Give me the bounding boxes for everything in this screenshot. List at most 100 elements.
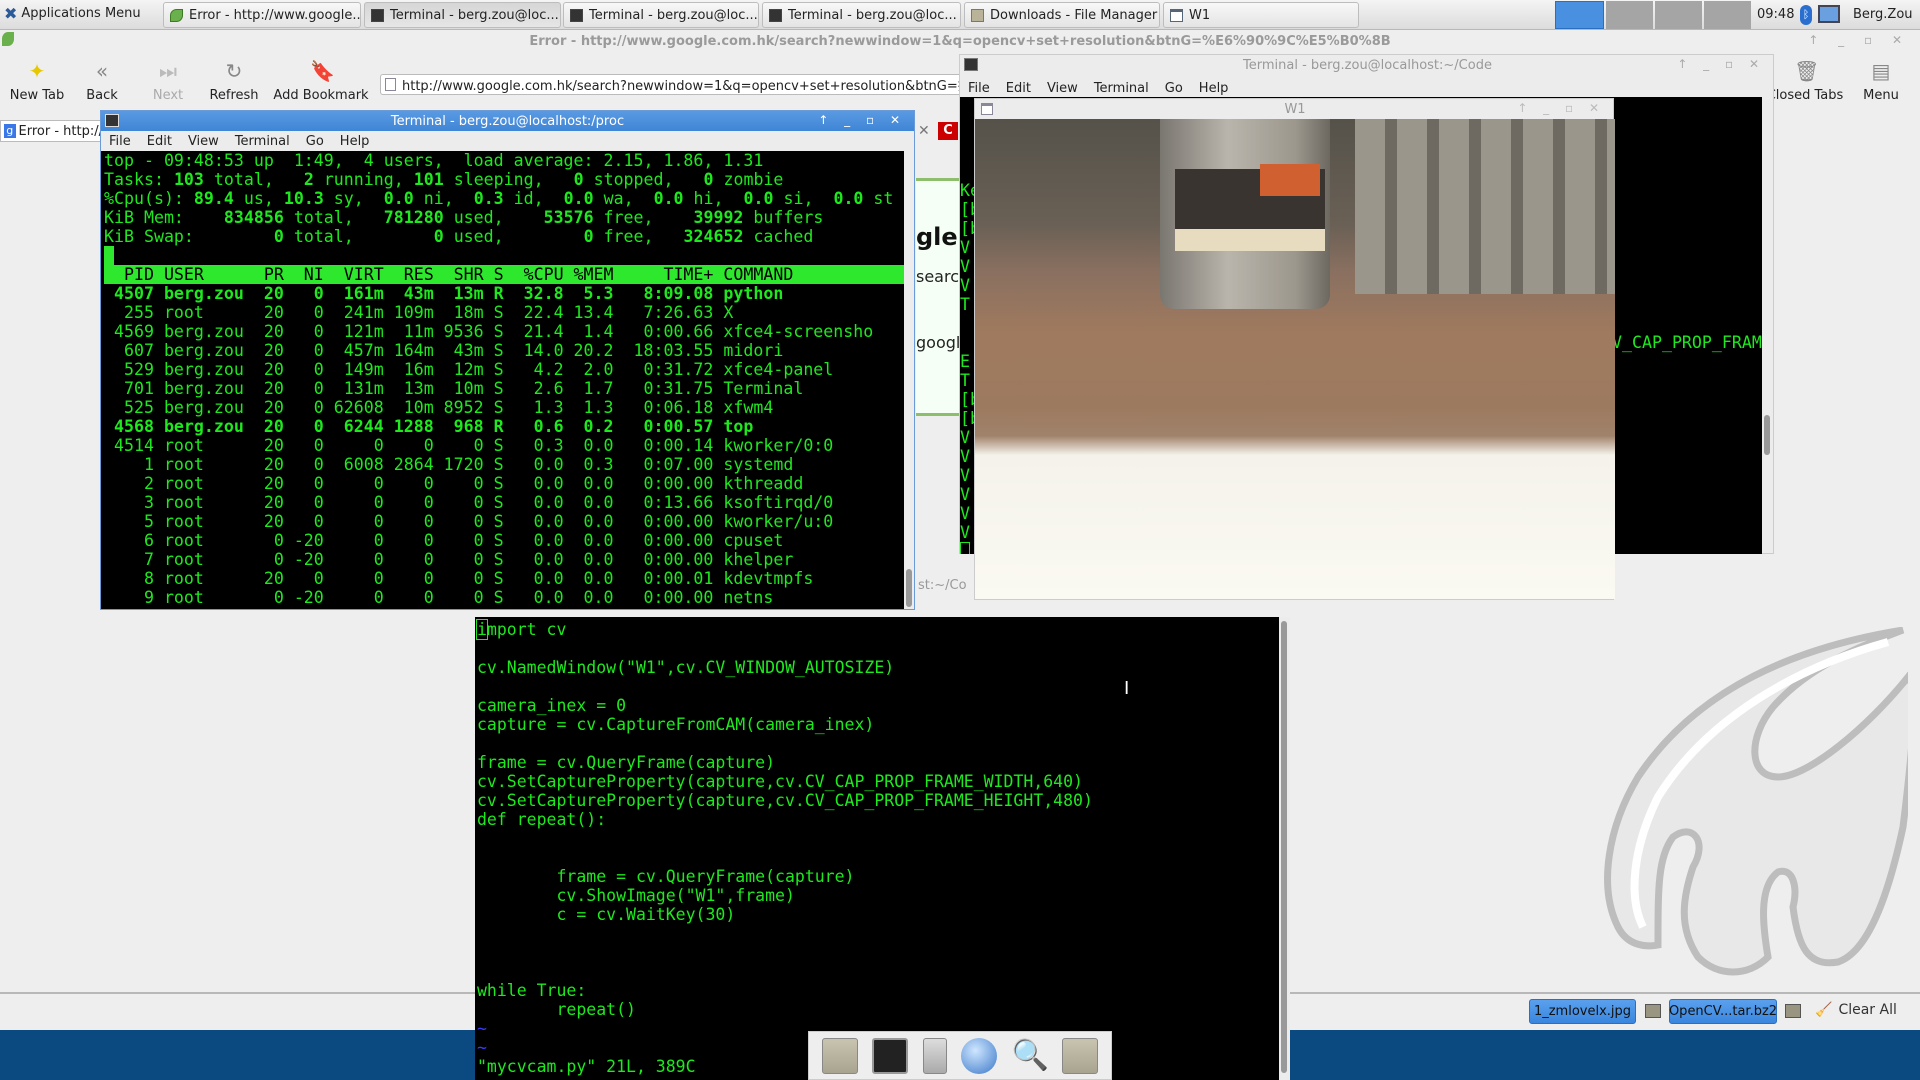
back-button[interactable]: « Back <box>80 60 124 103</box>
menu-item[interactable]: File <box>109 134 131 149</box>
page-text: searc <box>916 267 960 286</box>
process-row: 3 root 20 0 0 0 0 S 0.0 0.0 0:13.66 ksof… <box>104 493 834 512</box>
scrollbar[interactable] <box>1281 621 1287 1073</box>
taskbar-button[interactable]: Terminal - berg.zou@loc... <box>364 2 561 28</box>
page-text: googl <box>916 333 960 352</box>
applications-menu-button[interactable]: ✖ Applications Menu <box>4 4 141 23</box>
url-bar[interactable]: http://www.google.com.hk/search?newwindo… <box>380 74 980 95</box>
window-controls[interactable]: ↑ _ ▫ ✕ <box>818 113 906 127</box>
menu-item[interactable]: Help <box>340 134 370 149</box>
process-row: 607 berg.zou 20 0 457m 164m 43m S 14.0 2… <box>104 341 784 360</box>
taskbar-button[interactable]: Terminal - berg.zou@loc... <box>762 2 961 28</box>
terminal-icon[interactable] <box>872 1037 909 1074</box>
network-icon[interactable] <box>1818 5 1840 23</box>
background-objects <box>1355 119 1615 294</box>
close-tab-icon[interactable]: ✕ <box>918 123 930 139</box>
window-controls[interactable]: ↑ _ ▫ ✕ <box>1808 33 1910 47</box>
menu-item[interactable]: Edit <box>1006 81 1031 96</box>
menu-bar: File Edit View Terminal Go Help <box>960 79 1228 97</box>
menu-item[interactable]: View <box>1047 81 1078 96</box>
bookmark-icon: 🔖 <box>310 59 335 83</box>
workspace-4[interactable] <box>1704 1 1751 29</box>
terminal-icon <box>769 8 782 22</box>
open-folder-icon[interactable] <box>1645 1004 1661 1018</box>
menu-item[interactable]: View <box>188 134 219 149</box>
window-icon <box>1170 8 1183 22</box>
menu-item[interactable]: Edit <box>147 134 172 149</box>
menu-item[interactable]: Terminal <box>235 134 290 149</box>
new-tab-icon: ✦ <box>28 59 46 83</box>
menu-page-icon: ▤ <box>1871 59 1891 83</box>
broom-icon: 🧹 <box>1815 1002 1833 1018</box>
window-controls[interactable]: ↑ _ ▫ ✕ <box>1677 57 1765 71</box>
bottle-label-orange <box>1260 164 1320 196</box>
process-row: 9 root 0 -20 0 0 0 S 0.0 0.0 0:00.00 net… <box>104 588 774 607</box>
code-line: repeat() <box>477 1000 636 1019</box>
add-bookmark-button[interactable]: 🔖 Add Bookmark <box>272 60 370 103</box>
process-row: 701 berg.zou 20 0 131m 13m 10m S 2.6 1.7… <box>104 379 804 398</box>
menu-item[interactable]: Go <box>1165 81 1183 96</box>
trash-icon: 🗑 <box>1794 59 1820 83</box>
bottle-label-stripe <box>1175 229 1325 251</box>
folder-icon[interactable] <box>1061 1037 1098 1074</box>
search-icon[interactable]: 🔍 <box>1011 1038 1048 1074</box>
taskbar-button-label: Downloads - File Manager <box>990 7 1158 23</box>
window-title: Terminal - berg.zou@localhost:/proc <box>390 113 625 129</box>
clock[interactable]: 09:48 <box>1757 7 1794 22</box>
workspace-2[interactable] <box>1606 1 1653 29</box>
taskbar-button[interactable]: Error - http://www.google... <box>163 2 361 28</box>
scrollbar[interactable] <box>906 569 912 607</box>
download-item[interactable]: OpenCV...tar.bz2 <box>1669 999 1777 1024</box>
code-line: def repeat(): <box>477 810 607 829</box>
browser-tab[interactable]: g Error - http:// <box>0 120 104 142</box>
page-icon <box>385 78 396 91</box>
code-line: while True: <box>477 981 587 1000</box>
menu-item[interactable]: File <box>968 81 990 96</box>
menu-bar: File Edit View Terminal Go Help <box>101 131 369 151</box>
home-folder-icon[interactable] <box>822 1037 859 1074</box>
bluetooth-icon[interactable]: ᛒ <box>1800 5 1812 25</box>
process-table-header: PID USER PR NI VIRT RES SHR S %CPU %MEM … <box>104 265 904 284</box>
workspace-1[interactable] <box>1555 1 1604 29</box>
taskbar-button[interactable]: Downloads - File Manager <box>964 2 1160 28</box>
menu-item[interactable]: Help <box>1199 81 1229 96</box>
taskbar-button[interactable]: W1 <box>1163 2 1359 28</box>
clear-all-button[interactable]: 🧹 Clear All <box>1815 1002 1897 1018</box>
next-button[interactable]: ⏭ Next <box>148 60 188 103</box>
w1-window: W1 ↑ _ ▫ ✕ <box>974 98 1615 600</box>
workspace-pager[interactable] <box>1555 1 1751 29</box>
next-label: Next <box>152 88 184 103</box>
window-controls[interactable]: ↑ _ ▫ ✕ <box>1517 101 1605 115</box>
refresh-button[interactable]: ↻ Refresh <box>208 60 260 103</box>
web-browser-icon[interactable] <box>961 1037 998 1074</box>
process-row: 4569 berg.zou 20 0 121m 11m 9536 S 21.4 … <box>104 322 874 341</box>
download-item[interactable]: 1_zmlovelx.jpg <box>1529 999 1636 1024</box>
add-bookmark-label: Add Bookmark <box>273 88 369 103</box>
menu-item[interactable]: Terminal <box>1094 81 1149 96</box>
vim-terminal-window: import cv cv.NamedWindow("W1",cv.CV_WINDO… <box>475 617 1290 1080</box>
vim-editor[interactable]: import cv cv.NamedWindow("W1",cv.CV_WINDO… <box>475 617 1279 1080</box>
dock: 🔍 <box>808 1031 1112 1080</box>
file-cabinet-icon[interactable] <box>922 1037 947 1074</box>
webcam-frame <box>975 119 1615 599</box>
top-output[interactable]: top - 09:48:53 up 1:49, 4 users, load av… <box>101 151 904 609</box>
user-name[interactable]: Berg.Zou <box>1853 7 1913 22</box>
process-row: 4507 berg.zou 20 0 161m 43m 13m R 32.8 5… <box>104 284 784 303</box>
taskbar-button[interactable]: Terminal - berg.zou@loc... <box>563 2 759 28</box>
midori-logo-watermark <box>1604 627 1908 976</box>
menu-item[interactable]: Go <box>306 134 324 149</box>
scrollbar[interactable] <box>1764 415 1770 455</box>
code-line: import cv <box>476 619 567 640</box>
process-row: 8 root 20 0 0 0 0 S 0.0 0.0 0:00.01 kdev… <box>104 569 814 588</box>
code-line: capture = cv.CaptureFromCAM(camera_inex) <box>477 715 875 734</box>
terminal-icon <box>570 8 583 22</box>
workspace-3[interactable] <box>1655 1 1702 29</box>
code-line: cv.NamedWindow("W1",cv.CV_WINDOW_AUTOSIZ… <box>477 658 895 677</box>
new-tab-button[interactable]: ✦ New Tab <box>8 60 66 103</box>
terminal-icon <box>371 8 384 22</box>
menu-button[interactable]: ▤ Menu <box>1858 60 1904 103</box>
open-folder-icon[interactable] <box>1785 1004 1801 1018</box>
